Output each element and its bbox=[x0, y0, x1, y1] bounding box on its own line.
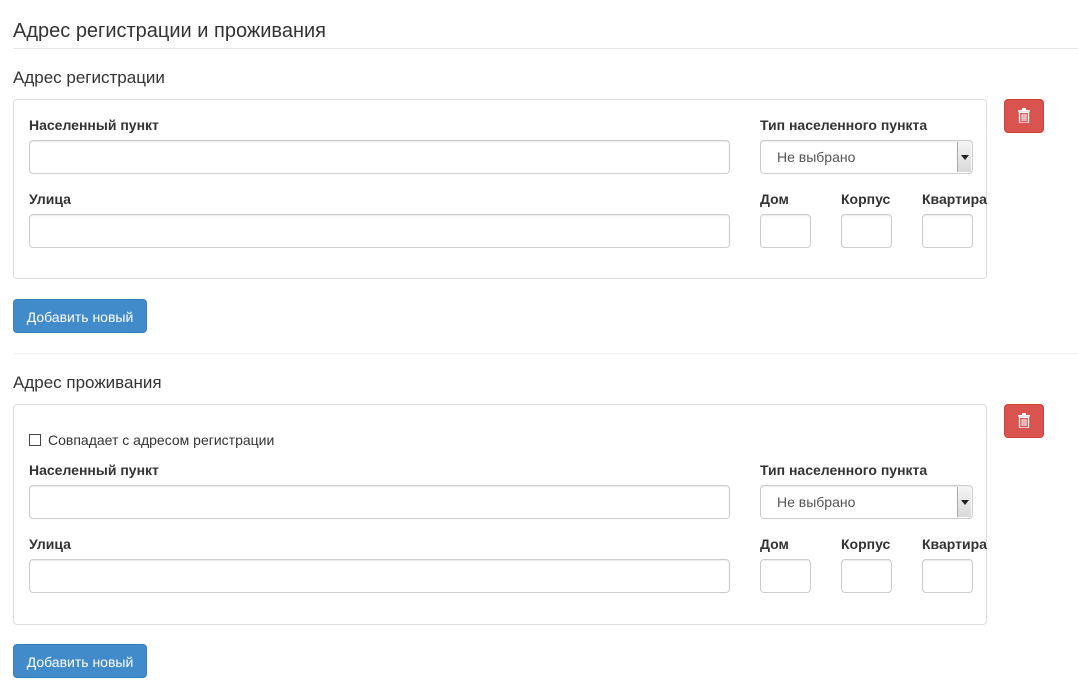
registration-building-label: Корпус bbox=[841, 191, 891, 207]
residence-apartment-label: Квартира bbox=[922, 536, 987, 552]
registration-settlement-input[interactable] bbox=[29, 140, 730, 174]
title-divider bbox=[13, 48, 1078, 49]
registration-section-title: Адрес регистрации bbox=[13, 68, 165, 87]
registration-add-new-button[interactable]: Добавить новый bbox=[13, 299, 147, 333]
residence-settlement-label: Населенный пункт bbox=[29, 462, 159, 478]
page-title: Адрес регистрации и проживания bbox=[13, 20, 326, 42]
residence-house-input[interactable] bbox=[760, 559, 811, 593]
residence-settlement-type-select[interactable]: Не выбрано bbox=[760, 485, 973, 519]
residence-house-label: Дом bbox=[760, 536, 789, 552]
registration-settlement-label: Населенный пункт bbox=[29, 117, 159, 133]
registration-street-label: Улица bbox=[29, 191, 71, 207]
residence-street-label: Улица bbox=[29, 536, 71, 552]
registration-house-input[interactable] bbox=[760, 214, 811, 248]
residence-building-input[interactable] bbox=[841, 559, 892, 593]
residence-apartment-input[interactable] bbox=[922, 559, 973, 593]
registration-apartment-label: Квартира bbox=[922, 191, 987, 207]
registration-building-input[interactable] bbox=[841, 214, 892, 248]
same-as-registration-checkbox[interactable]: Совпадает с адресом регистрации bbox=[29, 432, 274, 448]
registration-settlement-type-label: Тип населенного пункта bbox=[760, 117, 928, 133]
residence-delete-button[interactable] bbox=[1004, 404, 1044, 438]
residence-street-input[interactable] bbox=[29, 559, 730, 593]
residence-add-new-button[interactable]: Добавить новый bbox=[13, 644, 147, 678]
registration-house-label: Дом bbox=[760, 191, 789, 207]
registration-settlement-type-value: Не выбрано bbox=[777, 149, 856, 165]
residence-section-title: Адрес проживания bbox=[13, 373, 162, 392]
same-as-registration-label: Совпадает с адресом регистрации bbox=[48, 432, 275, 448]
registration-apartment-input[interactable] bbox=[922, 214, 973, 248]
section-divider bbox=[13, 353, 1078, 354]
chevron-down-icon[interactable] bbox=[957, 487, 971, 517]
registration-settlement-type-select[interactable]: Не выбрано bbox=[760, 140, 973, 174]
trash-icon bbox=[1018, 413, 1030, 428]
residence-settlement-type-value: Не выбрано bbox=[777, 494, 856, 510]
trash-icon bbox=[1018, 108, 1030, 123]
chevron-down-icon[interactable] bbox=[957, 142, 971, 172]
residence-settlement-input[interactable] bbox=[29, 485, 730, 519]
residence-building-label: Корпус bbox=[841, 536, 891, 552]
residence-settlement-type-label: Тип населенного пункта bbox=[760, 462, 928, 478]
checkbox-icon[interactable] bbox=[29, 434, 41, 446]
registration-delete-button[interactable] bbox=[1004, 99, 1044, 133]
registration-street-input[interactable] bbox=[29, 214, 730, 248]
